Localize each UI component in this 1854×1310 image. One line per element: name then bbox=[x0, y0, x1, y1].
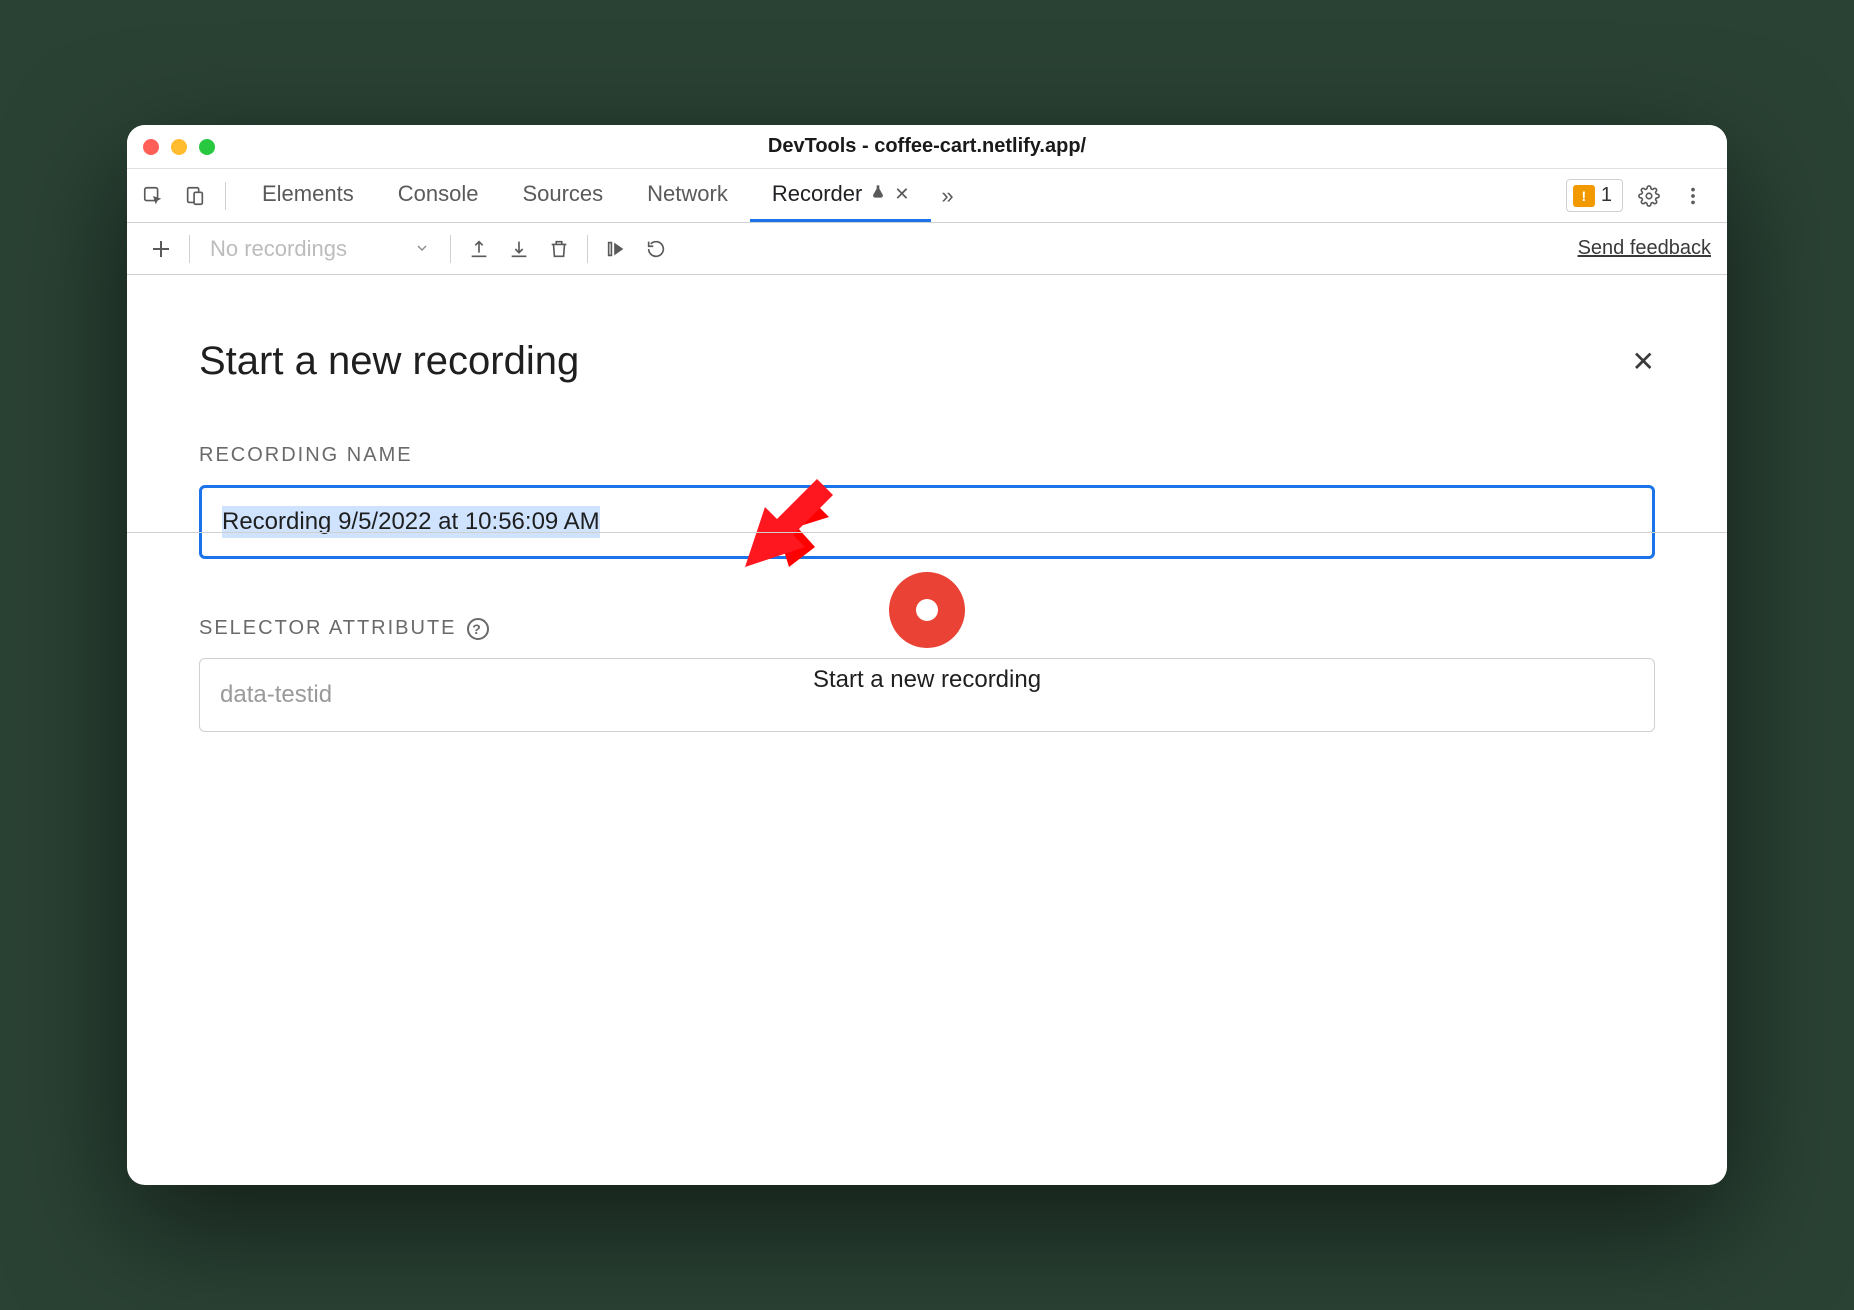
recording-name-label: RECORDING NAME bbox=[199, 444, 1655, 467]
tab-label: Recorder bbox=[772, 181, 862, 207]
inspect-element-icon[interactable] bbox=[135, 178, 171, 214]
kebab-menu-icon[interactable] bbox=[1675, 178, 1711, 214]
tab-label: Elements bbox=[262, 181, 354, 207]
divider bbox=[587, 235, 588, 263]
tab-label: Sources bbox=[522, 181, 603, 207]
import-icon[interactable] bbox=[501, 231, 537, 267]
settings-gear-icon[interactable] bbox=[1631, 178, 1667, 214]
record-indicator-icon bbox=[916, 599, 938, 621]
tab-label: Console bbox=[398, 181, 479, 207]
maximize-window-button[interactable] bbox=[199, 139, 215, 155]
close-window-button[interactable] bbox=[143, 139, 159, 155]
record-button[interactable] bbox=[889, 572, 965, 648]
step-play-icon[interactable] bbox=[598, 231, 634, 267]
more-tabs-button[interactable]: » bbox=[931, 169, 963, 222]
minimize-window-button[interactable] bbox=[171, 139, 187, 155]
divider bbox=[189, 235, 190, 263]
device-toolbar-icon[interactable] bbox=[177, 178, 213, 214]
tab-sources[interactable]: Sources bbox=[500, 169, 625, 222]
chevron-down-icon bbox=[414, 236, 430, 262]
close-panel-icon[interactable]: ✕ bbox=[1632, 345, 1655, 378]
export-icon[interactable] bbox=[461, 231, 497, 267]
send-feedback-link[interactable]: Send feedback bbox=[1578, 237, 1711, 260]
start-recording-label: Start a new recording bbox=[813, 666, 1041, 694]
titlebar: DevTools - coffee-cart.netlify.app/ bbox=[127, 125, 1727, 169]
delete-icon[interactable] bbox=[541, 231, 577, 267]
tab-elements[interactable]: Elements bbox=[240, 169, 376, 222]
issues-badge[interactable]: ! 1 bbox=[1566, 179, 1623, 212]
recorder-toolbar: No recordings Send fee bbox=[127, 223, 1727, 275]
divider bbox=[225, 182, 226, 210]
experiment-flask-icon bbox=[870, 184, 886, 205]
start-recording-bar: Start a new recording bbox=[127, 532, 1727, 732]
dropdown-label: No recordings bbox=[210, 236, 347, 262]
warning-icon: ! bbox=[1573, 185, 1595, 207]
tab-recorder[interactable]: Recorder ✕ bbox=[750, 169, 932, 222]
divider bbox=[450, 235, 451, 263]
close-tab-icon[interactable]: ✕ bbox=[894, 184, 909, 205]
add-recording-button[interactable] bbox=[143, 231, 179, 267]
replay-icon[interactable] bbox=[638, 231, 674, 267]
devtools-tabbar: Elements Console Sources Network Recorde… bbox=[127, 169, 1727, 223]
page-title: Start a new recording bbox=[199, 339, 579, 384]
window-controls bbox=[143, 139, 215, 155]
tab-network[interactable]: Network bbox=[625, 169, 750, 222]
devtools-window: DevTools - coffee-cart.netlify.app/ bbox=[127, 125, 1727, 1185]
window-title: DevTools - coffee-cart.netlify.app/ bbox=[768, 135, 1086, 158]
recordings-dropdown[interactable]: No recordings bbox=[200, 236, 440, 262]
tab-console[interactable]: Console bbox=[376, 169, 501, 222]
issues-count: 1 bbox=[1601, 184, 1612, 207]
tab-label: Network bbox=[647, 181, 728, 207]
